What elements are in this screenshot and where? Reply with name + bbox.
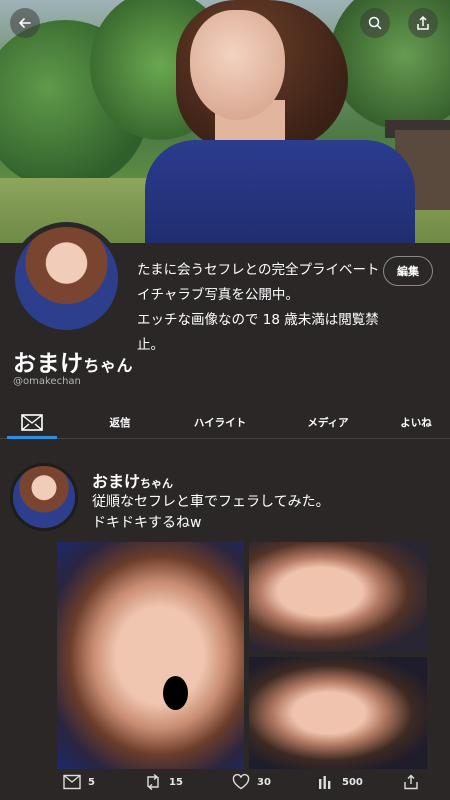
profile-avatar[interactable]	[10, 222, 123, 335]
profile-handle: @omakechan	[13, 376, 81, 387]
like-count: 30	[257, 776, 271, 788]
tab-media[interactable]: メディア	[293, 405, 363, 439]
post-text-line: 従順なセフレと車でフェラしてみた。	[92, 494, 330, 510]
heart-icon	[232, 774, 250, 790]
bar-chart-icon	[319, 776, 331, 789]
banner-person-top	[145, 140, 415, 243]
censor-mosaic	[163, 676, 188, 710]
profile-bio: たまに会うセフレとの完全プライベート イチャラブ写真を公開中。 エッチな画像なの…	[137, 258, 397, 358]
profile-banner	[0, 0, 450, 243]
mail-icon	[21, 413, 43, 431]
post-actions: 5 15 30 500	[0, 770, 450, 798]
post-author-name-main: おまけ	[92, 472, 141, 491]
post-text: 従順なセフレと車でフェラしてみた。 ドキドキするねw	[92, 492, 422, 534]
tab-likes[interactable]: よいね	[390, 405, 442, 439]
post-image-3[interactable]	[249, 657, 427, 769]
back-button[interactable]	[10, 8, 40, 38]
active-tab-indicator	[7, 436, 57, 439]
mail-icon	[63, 774, 81, 790]
share-icon	[417, 15, 429, 30]
banner-person-face	[190, 10, 285, 120]
share-icon	[404, 774, 418, 790]
retweet-count: 15	[169, 776, 183, 788]
reply-count: 5	[88, 776, 95, 788]
share-button[interactable]	[408, 8, 438, 38]
like-button[interactable]: 30	[232, 774, 271, 790]
post-share-button[interactable]	[402, 774, 420, 790]
post-author-name-suffix: ちゃん	[140, 477, 174, 490]
profile-name-main: おまけ	[13, 351, 84, 377]
tab-replies[interactable]: 返信	[95, 405, 145, 439]
post-author-name[interactable]: おまけちゃん	[92, 468, 173, 492]
retweet-icon	[147, 774, 159, 790]
tab-posts[interactable]	[7, 405, 57, 439]
retweet-button[interactable]: 15	[144, 774, 183, 790]
search-button[interactable]	[360, 8, 390, 38]
tab-highlights[interactable]: ハイライト	[180, 405, 260, 439]
reply-button[interactable]: 5	[63, 774, 95, 790]
bio-line: イチャラブ写真を公開中。	[137, 287, 299, 303]
search-icon	[368, 16, 382, 30]
post-image-2[interactable]	[249, 542, 427, 652]
profile-name: おまけちゃん	[13, 344, 133, 378]
post-avatar[interactable]	[10, 463, 78, 531]
post-image-1[interactable]	[57, 542, 244, 769]
profile-name-suffix: ちゃん	[83, 356, 134, 375]
post-text-line: ドキドキするねw	[92, 515, 202, 531]
bio-line: たまに会うセフレとの完全プライベート	[137, 262, 380, 278]
profile-tabs: 返信 ハイライト メディア よいね	[0, 405, 450, 439]
views-button[interactable]: 500	[317, 774, 363, 790]
view-count: 500	[342, 776, 363, 788]
edit-profile-button[interactable]: 編集	[383, 256, 433, 286]
bio-line: エッチな画像なので 18 歳未満は閲覧禁止。	[137, 312, 379, 353]
arrow-left-icon	[18, 18, 31, 28]
